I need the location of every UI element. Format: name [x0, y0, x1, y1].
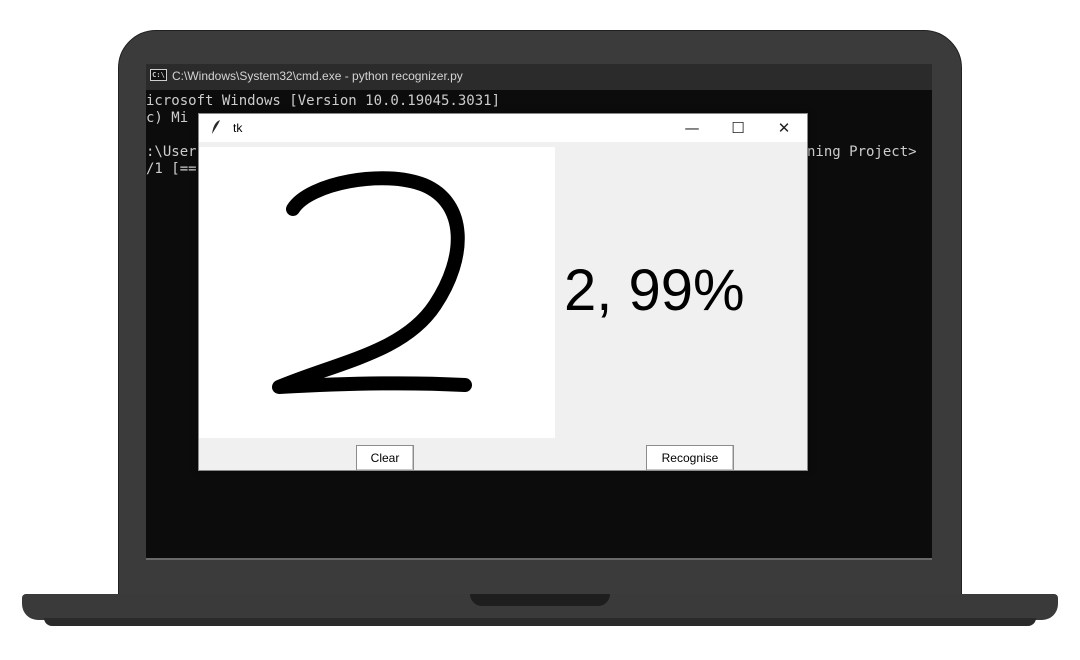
drawing-canvas[interactable] [199, 147, 555, 438]
cmd-icon: C:\ [150, 69, 167, 81]
laptop-notch [470, 594, 610, 606]
laptop-base-lip [44, 618, 1036, 626]
close-button[interactable]: ✕ [761, 114, 807, 142]
tk-title: tk [233, 121, 243, 135]
recognise-button[interactable]: Recognise [646, 445, 734, 471]
cmd-title: C:\Windows\System32\cmd.exe - python rec… [172, 69, 463, 83]
cmd-line-4: /1 [== [146, 161, 197, 177]
drawn-digit-stroke [272, 171, 472, 394]
minimize-button[interactable]: — [669, 114, 715, 142]
feather-icon [211, 119, 221, 138]
screen-bottom-edge [146, 558, 932, 560]
cmd-titlebar: C:\ C:\Windows\System32\cmd.exe - python… [146, 64, 932, 90]
maximize-button[interactable]: ☐ [715, 114, 761, 142]
cmd-line-right: ning Project> [807, 144, 917, 160]
clear-button[interactable]: Clear [356, 445, 414, 471]
prediction-result: 2, 99% [564, 258, 745, 323]
cmd-line-3: :\User [146, 144, 197, 160]
cmd-line-2: c) Mi [146, 110, 189, 126]
tk-window: tk — ☐ ✕ 2, 99% Clear Recognise [198, 113, 808, 471]
cmd-line-1: icrosoft Windows [Version 10.0.19045.303… [146, 93, 501, 109]
tk-titlebar[interactable]: tk — ☐ ✕ [199, 114, 807, 142]
